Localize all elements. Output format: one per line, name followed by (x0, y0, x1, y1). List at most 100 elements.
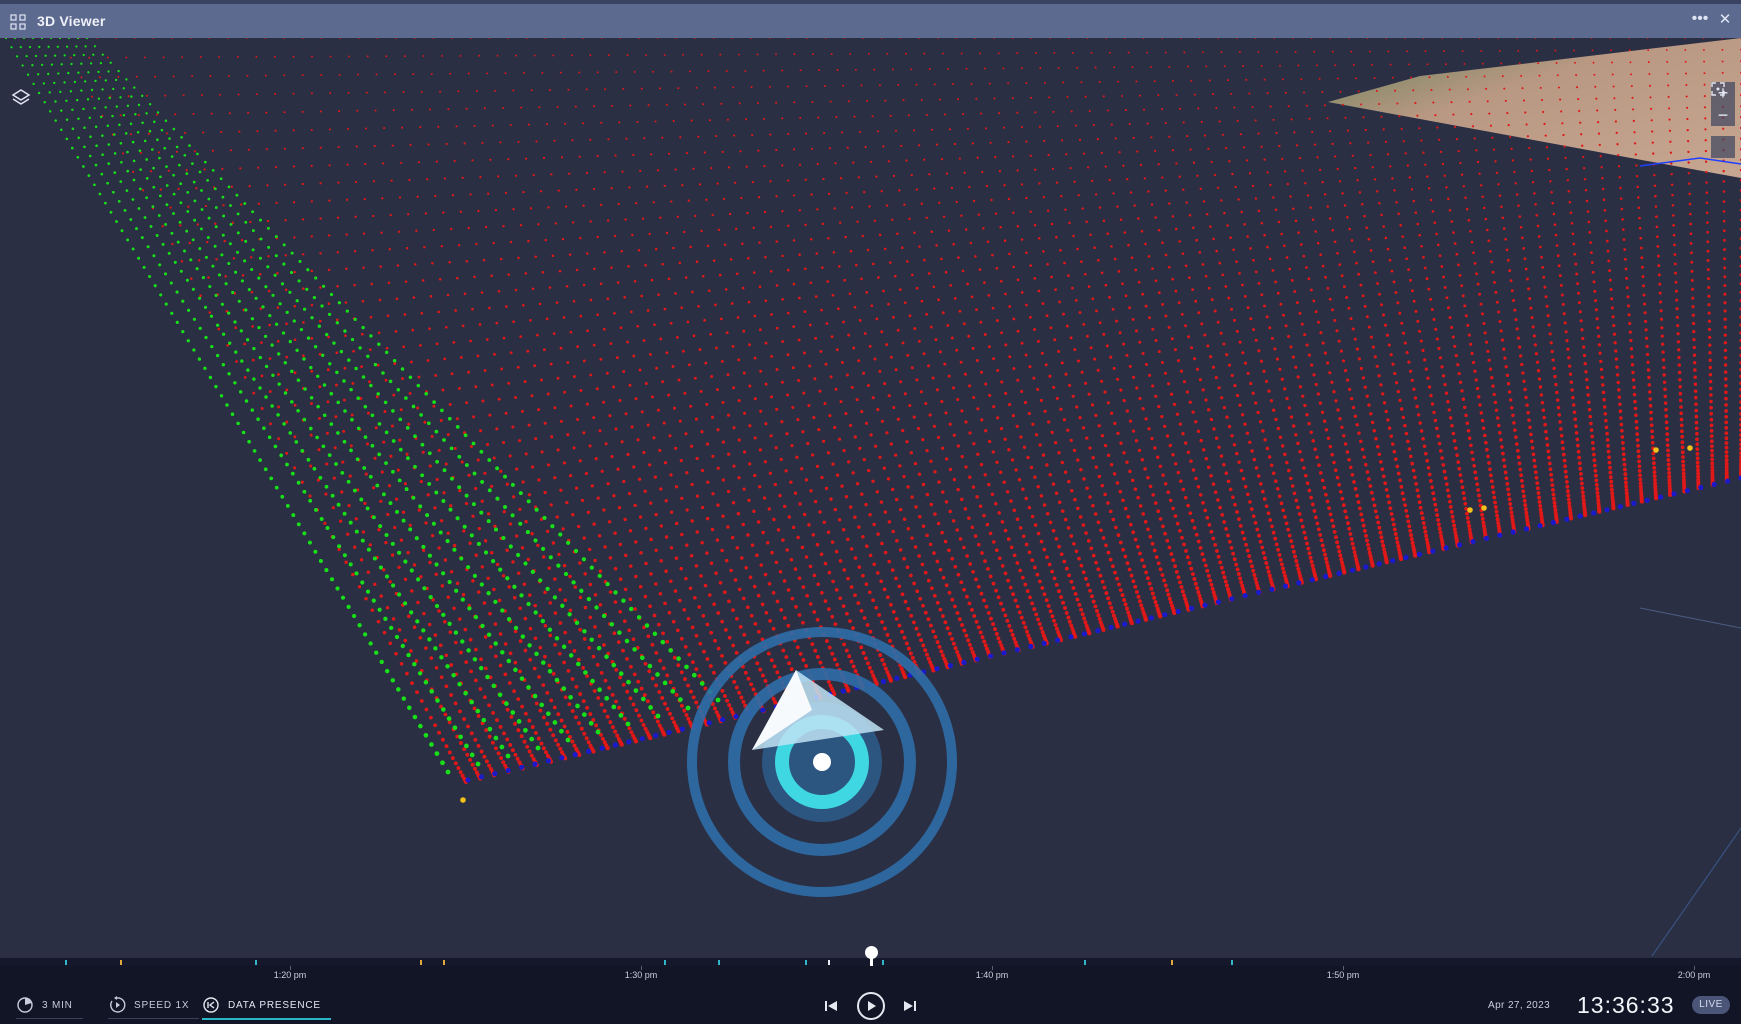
cloud-point (1238, 340, 1242, 344)
apps-grid-icon[interactable] (10, 14, 26, 30)
cloud-point (1522, 498, 1527, 503)
cloud-point (547, 566, 552, 570)
cloud-point (1349, 537, 1354, 541)
cloud-point (637, 248, 641, 252)
cloud-point (1549, 472, 1553, 477)
cloud-point (703, 583, 708, 588)
cloud-point (715, 388, 719, 392)
cloud-point (578, 459, 582, 463)
cloud-point (1704, 117, 1707, 120)
cloud-point (979, 591, 984, 596)
cloud-point (474, 385, 478, 389)
cloud-point (711, 213, 714, 217)
3d-viewport[interactable]: + − (0, 38, 1741, 960)
cloud-point (902, 635, 907, 640)
cloud-point (774, 446, 778, 450)
cloud-point (1149, 586, 1154, 591)
cloud-point (834, 387, 838, 391)
cloud-point (1395, 200, 1398, 204)
cloud-point (1494, 509, 1499, 514)
cloud-point (1073, 591, 1078, 596)
cloud-point (1689, 241, 1693, 245)
cloud-point (955, 200, 958, 204)
cloud-point (793, 148, 796, 151)
cloud-point (1121, 498, 1125, 503)
cloud-point (938, 607, 943, 612)
cloud-point (1416, 222, 1420, 226)
cloud-point (1103, 390, 1107, 394)
cloud-point (1274, 417, 1278, 422)
cloud-point (678, 419, 682, 423)
cloud-point (1278, 557, 1283, 562)
more-options-icon[interactable]: ••• (1689, 11, 1711, 28)
cloud-point (982, 513, 986, 518)
cloud-point (1113, 257, 1117, 261)
cloud-point (1724, 384, 1728, 388)
cloud-point (505, 707, 510, 712)
cloud-point (508, 454, 512, 458)
cloud-point (508, 743, 513, 747)
cloud-point (1066, 526, 1071, 530)
cloud-point (1369, 335, 1373, 339)
cloud-point (475, 242, 478, 246)
cloud-point (1152, 548, 1157, 553)
cloud-point (1119, 388, 1123, 392)
cloud-point (1042, 195, 1046, 199)
cloud-point (621, 682, 626, 687)
cloud-point (1442, 469, 1447, 474)
cloud-point (1252, 328, 1256, 332)
cloud-point (1132, 375, 1136, 379)
cloud-point (1234, 562, 1239, 567)
point-cloud-scene[interactable] (0, 38, 1741, 960)
cloud-point (1521, 489, 1526, 494)
cloud-point (409, 649, 413, 653)
cloud-point (546, 463, 551, 467)
cloud-point (1385, 333, 1389, 337)
cloud-point (1610, 306, 1614, 310)
cloud-point (430, 533, 435, 538)
cloud-point (902, 474, 906, 479)
cloud-point (557, 189, 560, 192)
cloud-point (1254, 466, 1259, 470)
cloud-point (867, 665, 872, 670)
cloud-point (476, 714, 481, 718)
cloud-point (991, 253, 994, 257)
cloud-point (1347, 458, 1351, 462)
cloud-point (596, 496, 600, 500)
cloud-point (1020, 341, 1024, 345)
cloud-point (928, 660, 933, 665)
cloud-point (398, 438, 402, 442)
cloud-point (1062, 559, 1067, 564)
cloud-point (1369, 153, 1372, 157)
cloud-point (508, 651, 513, 656)
cloud-point (1624, 267, 1628, 271)
cloud-point (970, 525, 975, 530)
cloud-point (1583, 177, 1587, 181)
cloud-point (453, 640, 458, 645)
cloud-point (1179, 479, 1183, 483)
cloud-point (1340, 560, 1344, 565)
cloud-point (1367, 237, 1371, 241)
cloud-point (1456, 460, 1461, 464)
cloud-point (877, 276, 880, 279)
cloud-point (652, 613, 657, 618)
cloud-point (1473, 261, 1477, 265)
cloud-point (1422, 525, 1427, 530)
cloud-point (768, 471, 773, 475)
cloud-point (574, 486, 579, 490)
cloud-point (1398, 478, 1402, 483)
cloud-point (1101, 536, 1106, 540)
cloud-point (1626, 295, 1630, 299)
cloud-point (1674, 271, 1678, 275)
cloud-point (1134, 589, 1139, 594)
cloud-point (575, 268, 579, 272)
cloud-point (1438, 356, 1443, 360)
cloud-point (581, 699, 586, 704)
close-icon[interactable]: ✕ (1717, 12, 1733, 28)
cloud-point (505, 737, 510, 742)
cloud-point (617, 705, 622, 710)
cloud-point (780, 420, 784, 424)
cloud-point (1310, 563, 1315, 568)
cloud-point (1371, 345, 1375, 349)
cloud-point (771, 696, 776, 701)
